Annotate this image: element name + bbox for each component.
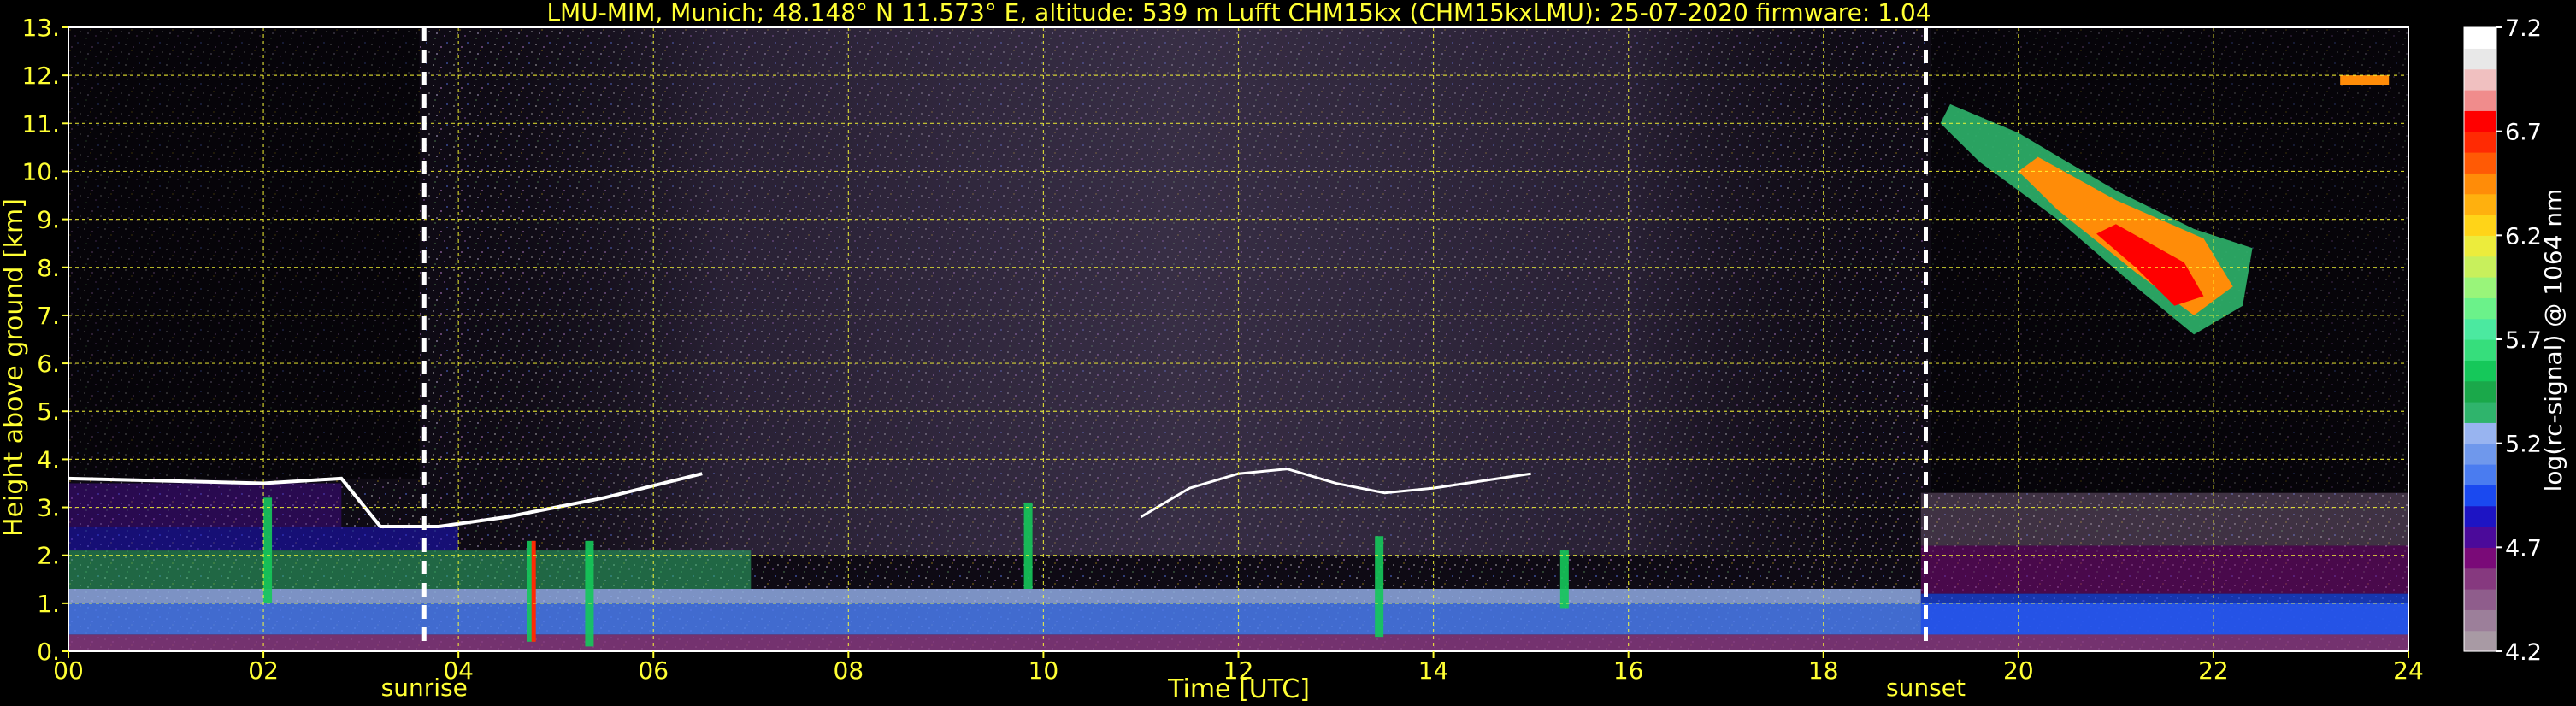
colorbar-swatch <box>2464 609 2496 632</box>
colorbar-swatch <box>2464 485 2496 507</box>
y-axis-label: Height above ground [km] <box>0 198 29 537</box>
colorbar-tick-label: 5.7 <box>2505 327 2542 354</box>
y-tick-label: 6. <box>37 350 60 378</box>
aerosol-streak <box>263 497 273 603</box>
colorbar-tick-label: 6.7 <box>2505 120 2542 146</box>
colorbar-swatch <box>2464 318 2496 340</box>
y-tick-label: 10. <box>21 157 60 185</box>
y-tick-label: 13. <box>21 14 60 42</box>
y-tick-label: 4. <box>37 445 60 474</box>
colorbar-swatch <box>2464 443 2496 465</box>
boundary-layer-band <box>1920 492 2408 546</box>
colorbar-swatch <box>2464 277 2496 298</box>
y-tick-label: 1. <box>37 590 60 618</box>
colorbar-swatch <box>2464 256 2496 278</box>
colorbar-tick-label: 5.2 <box>2505 432 2542 458</box>
cirrus-fragment <box>2340 75 2390 85</box>
colorbar-swatch <box>2464 527 2496 548</box>
colorbar-swatch <box>2464 235 2496 257</box>
colorbar-swatch <box>2464 402 2496 423</box>
ceilometer-chart: LMU-MIM, Munich; 48.148° N 11.573° E, al… <box>0 0 2567 704</box>
colorbar-swatch <box>2464 547 2496 569</box>
boundary-layer-band <box>1920 545 2408 594</box>
y-tick-label: 7. <box>37 302 60 330</box>
night-clear-sky <box>68 27 420 479</box>
colorbar-swatch <box>2464 589 2496 610</box>
y-tick-label: 11. <box>21 109 60 138</box>
colorbar-swatch <box>2464 297 2496 320</box>
x-tick-label: 02 <box>248 656 279 685</box>
boundary-layer-band <box>68 483 342 527</box>
colorbar-swatch <box>2464 215 2496 236</box>
x-tick-label: 14 <box>1418 656 1449 685</box>
sunrise-label: sunrise <box>381 674 468 702</box>
boundary-layer-band <box>1920 593 2408 635</box>
y-tick-label: 0. <box>37 638 60 666</box>
aerosol-streak <box>1559 550 1569 609</box>
colorbar-swatch <box>2464 568 2496 590</box>
colorbar-swatch <box>2464 27 2496 49</box>
colorbar-swatch <box>2464 48 2496 70</box>
colorbar-swatch <box>2464 68 2496 91</box>
boundary-layer-band <box>68 589 1921 603</box>
boundary-layer-band <box>68 550 752 589</box>
plot-area <box>68 27 2408 651</box>
daylight-noise <box>419 27 1931 556</box>
sunset-label: sunset <box>1886 674 1966 702</box>
x-axis-label: Time [UTC] <box>1167 674 1310 704</box>
colorbar-swatch <box>2464 90 2496 111</box>
colorbar: 7.2 6.7 6.2 5.7 5.2 4.7 4.2 <box>2463 15 2542 666</box>
x-tick-label: 06 <box>638 656 669 685</box>
boundary-layer-band <box>68 527 459 551</box>
x-tick-label: 16 <box>1613 656 1644 685</box>
aerosol-streak <box>531 540 536 642</box>
colorbar-swatch <box>2464 630 2496 652</box>
x-tick-label: 10 <box>1029 656 1059 685</box>
y-tick-label: 3. <box>37 494 60 522</box>
colorbar-tick-label: 4.7 <box>2505 535 2542 562</box>
chart-title: LMU-MIM, Munich; 48.148° N 11.573° E, al… <box>546 0 1931 26</box>
x-tick-label: 20 <box>2003 656 2034 685</box>
colorbar-tick-label: 7.2 <box>2505 15 2542 42</box>
colorbar-swatch <box>2464 422 2496 444</box>
y-tick-label: 2. <box>37 542 60 570</box>
colorbar-swatch <box>2464 380 2496 403</box>
y-tick-label: 5. <box>37 397 60 426</box>
y-tick-label: 9. <box>37 206 60 234</box>
y-tick-label: 8. <box>37 254 60 282</box>
colorbar-swatch <box>2464 110 2496 132</box>
colorbar-label: log(rc-signal) @ 1064 nm <box>2539 189 2567 492</box>
colorbar-swatch <box>2464 152 2496 174</box>
x-tick-label: 22 <box>2198 656 2229 685</box>
x-tick-label: 08 <box>834 656 864 685</box>
aerosol-streak <box>1375 536 1384 638</box>
colorbar-swatch <box>2464 464 2496 485</box>
colorbar-tick-label: 6.2 <box>2505 223 2542 250</box>
aerosol-streak <box>1023 502 1033 589</box>
colorbar-swatch <box>2464 173 2496 195</box>
colorbar-swatch <box>2464 505 2496 527</box>
colorbar-swatch <box>2464 339 2496 361</box>
x-tick-label: 24 <box>2393 656 2424 685</box>
aerosol-streak <box>585 540 594 647</box>
y-tick-label: 12. <box>21 62 60 90</box>
colorbar-swatch <box>2464 193 2496 215</box>
colorbar-swatch <box>2464 131 2496 153</box>
colorbar-swatch <box>2464 360 2496 382</box>
colorbar-tick-label: 4.2 <box>2505 639 2542 666</box>
x-tick-label: 18 <box>1808 656 1839 685</box>
